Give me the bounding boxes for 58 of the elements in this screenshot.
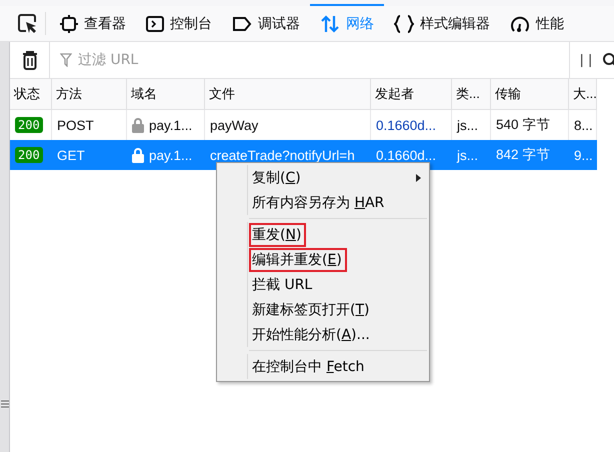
grip-icon[interactable] bbox=[0, 400, 8, 408]
table-cell: payWay bbox=[210, 118, 258, 132]
table-cell: 9... bbox=[574, 148, 593, 162]
tab-label: 性能 bbox=[536, 14, 564, 32]
tab[interactable]: 控制台 bbox=[136, 4, 222, 41]
column-header[interactable]: 类... bbox=[452, 79, 491, 110]
table-cell: createTrade?notifyUrl=h bbox=[210, 148, 355, 162]
table-cell: 8... bbox=[574, 118, 593, 132]
table-cell: 540 字节 bbox=[496, 116, 550, 134]
console-icon bbox=[146, 14, 164, 32]
frame-icon bbox=[60, 14, 78, 32]
table-cell: GET bbox=[57, 148, 85, 162]
tab-label: 调试器 bbox=[258, 14, 300, 32]
tab[interactable]: 样式编辑器 bbox=[384, 4, 500, 41]
funnel-icon bbox=[60, 53, 72, 67]
table-cell: pay.1... bbox=[149, 148, 192, 162]
menu-item[interactable]: 开始性能分析(A)... bbox=[251, 324, 373, 344]
menu-item[interactable]: 在控制台中 Fetch bbox=[251, 356, 368, 376]
tab-label: 查看器 bbox=[84, 14, 126, 32]
tab[interactable]: 查看器 bbox=[50, 4, 136, 41]
tab-label: 样式编辑器 bbox=[420, 14, 490, 32]
trash-icon bbox=[22, 50, 38, 70]
lock-icon bbox=[132, 148, 144, 162]
column-header[interactable]: 文件 bbox=[205, 79, 371, 110]
tab[interactable]: 性能 bbox=[500, 4, 574, 41]
table-cell: 0.1660d... bbox=[376, 118, 436, 132]
menu-item[interactable]: 所有内容另存为 HAR bbox=[251, 192, 388, 212]
filter-field[interactable]: 过滤 URL bbox=[76, 51, 569, 69]
tab[interactable]: 调试器 bbox=[222, 4, 310, 41]
column-header[interactable]: 状态 bbox=[10, 79, 52, 110]
column-header[interactable]: 大... bbox=[569, 79, 597, 110]
column-header[interactable]: 传输 bbox=[491, 79, 569, 110]
cursor-icon bbox=[16, 12, 38, 34]
table-cell: 842 字节 bbox=[496, 146, 550, 164]
tab-label: 网络 bbox=[346, 14, 374, 32]
braces-icon bbox=[394, 14, 414, 32]
column-header[interactable]: 域名 bbox=[127, 79, 205, 110]
table-cell: js... bbox=[457, 148, 478, 162]
column-header[interactable]: 发起者 bbox=[371, 79, 452, 110]
column-header[interactable]: 方法 bbox=[52, 79, 127, 110]
status-badge: 200 bbox=[15, 147, 43, 163]
tag-icon bbox=[232, 16, 252, 32]
table-cell: POST bbox=[57, 118, 94, 132]
menu-item[interactable]: 编辑并重发(E) bbox=[251, 250, 345, 270]
arrows-icon bbox=[320, 14, 340, 32]
table-cell: js... bbox=[457, 118, 478, 132]
tab-label: 控制台 bbox=[170, 14, 212, 32]
table-cell: 0.1660d... bbox=[376, 148, 436, 162]
menu-item[interactable]: 拦截 URL bbox=[251, 274, 316, 294]
search-icon[interactable] bbox=[602, 52, 614, 68]
menu-item[interactable]: 复制(C) bbox=[251, 168, 304, 188]
menu-item[interactable]: 新建标签页打开(T) bbox=[251, 300, 372, 320]
status-badge: 200 bbox=[15, 117, 43, 133]
menu-item[interactable]: 重发(N) bbox=[251, 224, 304, 244]
pause-button[interactable]: | | bbox=[570, 52, 602, 68]
gauge-icon bbox=[510, 14, 530, 32]
table-cell: pay.1... bbox=[149, 118, 192, 132]
lock-icon bbox=[132, 118, 144, 132]
